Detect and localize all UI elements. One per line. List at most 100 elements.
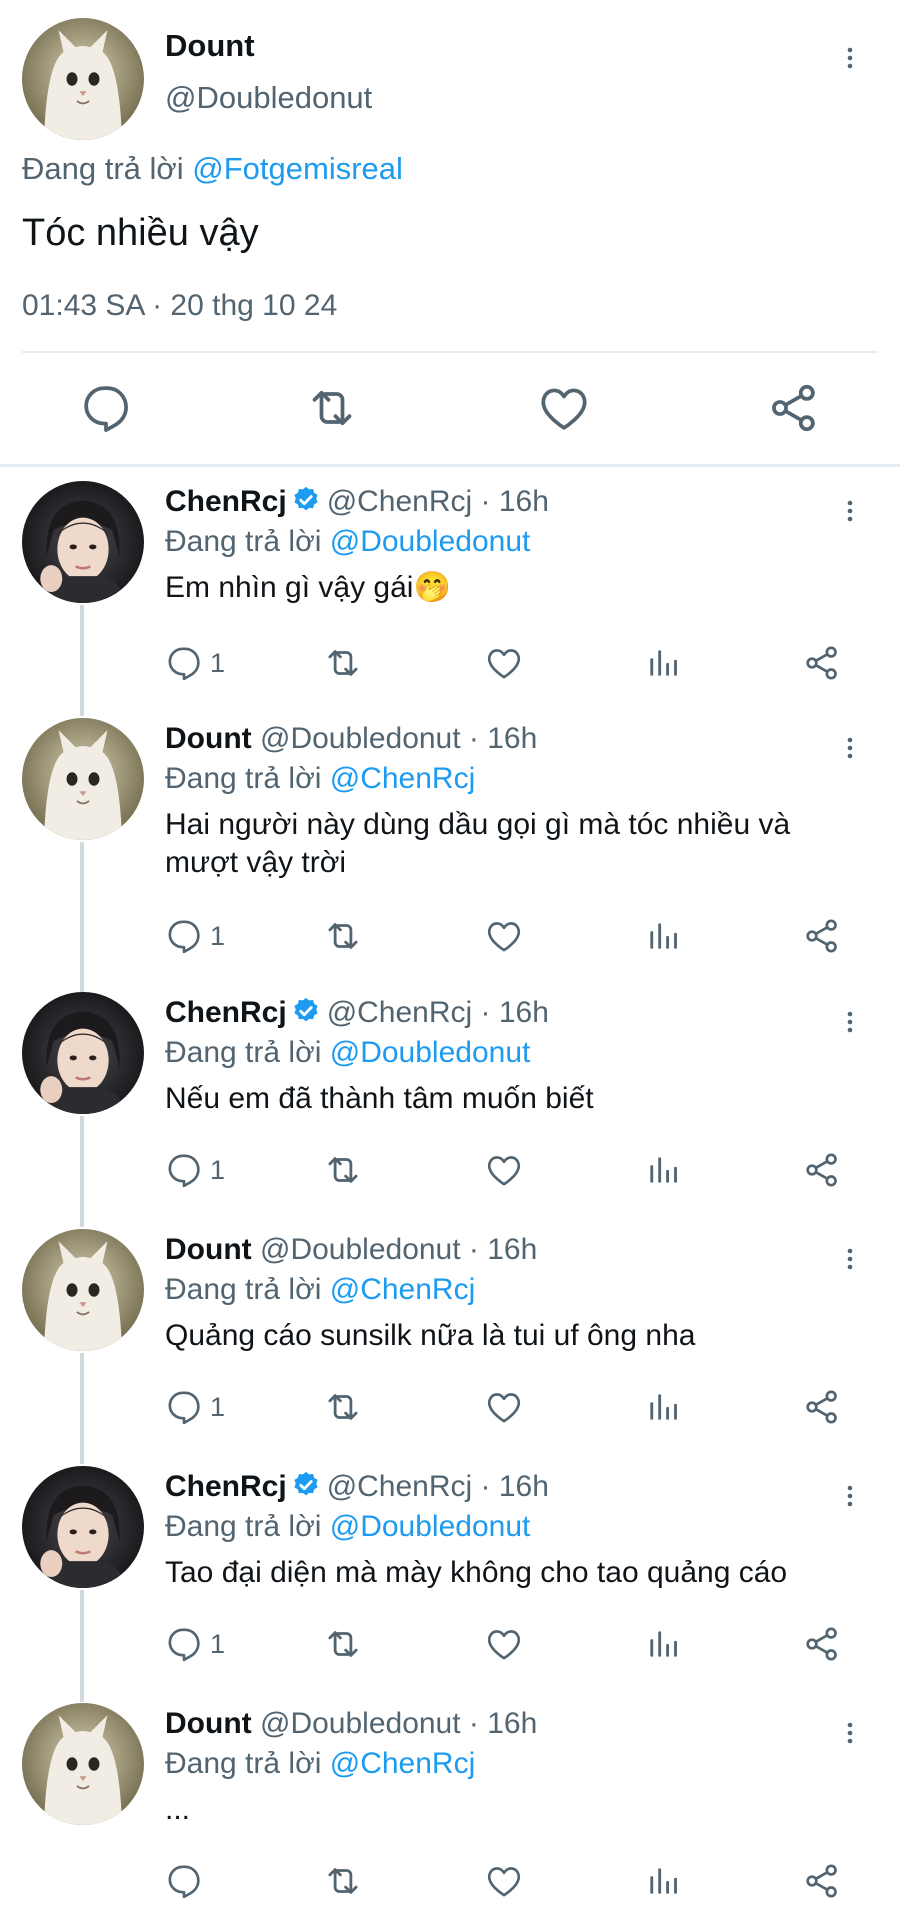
- reply-bubble-icon: [168, 1391, 200, 1425]
- reply-count: 1: [210, 647, 226, 678]
- share-icon[interactable]: [802, 641, 842, 685]
- more-vertical-icon[interactable]: [838, 491, 862, 531]
- retweet-icon[interactable]: [322, 1622, 364, 1666]
- views-bar-chart-icon[interactable]: [644, 914, 682, 958]
- heart-icon[interactable]: [484, 1859, 524, 1903]
- views-bar-chart-icon[interactable]: [644, 1148, 682, 1192]
- heart-icon[interactable]: [484, 1148, 524, 1192]
- reply-actions: 1: [0, 914, 900, 958]
- avatar[interactable]: [22, 718, 144, 840]
- handle-time[interactable]: @ChenRcj · 16h: [327, 996, 549, 1029]
- reply-button[interactable]: 1: [164, 1385, 225, 1429]
- reply-tweet[interactable]: Dount @Doubledonut · 16h Đang trả lời @C…: [0, 1703, 900, 1903]
- handle-time[interactable]: @Doubledonut · 16h: [260, 1233, 537, 1266]
- author-handle[interactable]: @Doubledonut: [165, 80, 372, 116]
- reply-header: ChenRcj @ChenRcj · 16h: [165, 483, 549, 525]
- reply-bubble-icon[interactable]: [78, 380, 134, 436]
- reply-bubble-icon: [168, 647, 200, 681]
- retweet-icon[interactable]: [322, 1859, 364, 1903]
- author-name[interactable]: ChenRcj: [165, 1470, 287, 1503]
- reply-tweet[interactable]: ChenRcj @ChenRcj · 16h Đang trả lời @Doub…: [0, 992, 900, 1192]
- share-icon[interactable]: [802, 1385, 842, 1429]
- reply-count: 1: [210, 1154, 226, 1185]
- reply-tweet[interactable]: ChenRcj @ChenRcj · 16h Đang trả lời @Doub…: [0, 1466, 900, 1666]
- replying-to-link[interactable]: @Doubledonut: [330, 525, 531, 558]
- more-vertical-icon[interactable]: [838, 38, 862, 78]
- reply-bubble-icon: [168, 1154, 200, 1188]
- author-name[interactable]: ChenRcj: [165, 485, 287, 518]
- views-bar-chart-icon[interactable]: [644, 1622, 682, 1666]
- replying-prefix: Đang trả lời: [165, 1747, 322, 1780]
- reply-button[interactable]: 1: [164, 914, 225, 958]
- views-bar-chart-icon[interactable]: [644, 1859, 682, 1903]
- heart-icon[interactable]: [536, 380, 592, 436]
- tweet-timestamp[interactable]: 01:43 SA · 20 thg 10 24: [22, 288, 337, 324]
- more-vertical-icon[interactable]: [838, 1713, 862, 1753]
- author-name[interactable]: ChenRcj: [165, 996, 287, 1029]
- handle-time[interactable]: @Doubledonut · 16h: [260, 722, 537, 755]
- replying-to-link[interactable]: @Doubledonut: [330, 1036, 531, 1069]
- share-icon[interactable]: [802, 1622, 842, 1666]
- author-name[interactable]: Dount: [165, 722, 252, 755]
- share-icon[interactable]: [802, 1148, 842, 1192]
- replying-prefix: Đang trả lời: [165, 762, 322, 795]
- share-icon[interactable]: [766, 380, 822, 436]
- reply-tweet[interactable]: Dount @Doubledonut · 16h Đang trả lời @C…: [0, 718, 900, 958]
- more-vertical-icon[interactable]: [838, 1476, 862, 1516]
- more-vertical-icon[interactable]: [838, 728, 862, 768]
- avatar[interactable]: [22, 992, 144, 1114]
- retweet-icon[interactable]: [322, 1148, 364, 1192]
- reply-count: 1: [210, 1628, 226, 1659]
- avatar[interactable]: [22, 18, 144, 140]
- author-name[interactable]: Dount: [165, 1707, 252, 1740]
- avatar[interactable]: [22, 481, 144, 603]
- reply-button[interactable]: 1: [164, 1148, 225, 1192]
- more-vertical-icon[interactable]: [838, 1239, 862, 1279]
- reply-text: ...: [165, 1793, 191, 1826]
- views-bar-chart-icon[interactable]: [644, 1385, 682, 1429]
- verified-badge-icon: [291, 996, 321, 1036]
- reply-tweet[interactable]: Dount @Doubledonut · 16h Đang trả lời @C…: [0, 1229, 900, 1429]
- reply-text: Tao đại diện mà mày không cho tao quảng …: [165, 1556, 788, 1589]
- verified-badge-icon: [291, 485, 321, 525]
- heart-icon[interactable]: [484, 641, 524, 685]
- author-name[interactable]: Dount: [165, 1233, 252, 1266]
- avatar[interactable]: [22, 1229, 144, 1351]
- more-vertical-icon[interactable]: [838, 1002, 862, 1042]
- retweet-icon[interactable]: [304, 380, 360, 436]
- share-icon[interactable]: [802, 914, 842, 958]
- reply-header: Dount @Doubledonut · 16h: [165, 1231, 537, 1269]
- retweet-icon[interactable]: [322, 1385, 364, 1429]
- avatar[interactable]: [22, 1703, 144, 1825]
- replying-to: Đang trả lời @ChenRcj: [165, 1271, 475, 1309]
- retweet-icon[interactable]: [322, 914, 364, 958]
- replying-to-link[interactable]: @ChenRcj: [330, 1747, 476, 1780]
- heart-icon[interactable]: [484, 1385, 524, 1429]
- replying-to: Đang trả lời @ChenRcj: [165, 760, 475, 798]
- reply-header: Dount @Doubledonut · 16h: [165, 1705, 537, 1743]
- reply-button[interactable]: [164, 1859, 210, 1903]
- share-icon[interactable]: [802, 1859, 842, 1903]
- reply-text: Em nhìn gì vậy gái🤭: [165, 571, 451, 604]
- reply-bubble-icon: [168, 1865, 200, 1899]
- replying-to-link[interactable]: @ChenRcj: [330, 762, 476, 795]
- replying-to-link[interactable]: @ChenRcj: [330, 1273, 476, 1306]
- reply-tweet[interactable]: ChenRcj @ChenRcj · 16h Đang trả lời @Doub…: [0, 481, 900, 681]
- author-name[interactable]: Dount: [165, 28, 255, 64]
- replying-to-link[interactable]: @Doubledonut: [330, 1510, 531, 1543]
- heart-icon[interactable]: [484, 1622, 524, 1666]
- reply-button[interactable]: 1: [164, 1622, 225, 1666]
- heart-icon[interactable]: [484, 914, 524, 958]
- handle-time[interactable]: @ChenRcj · 16h: [327, 485, 549, 518]
- reply-button[interactable]: 1: [164, 641, 225, 685]
- views-bar-chart-icon[interactable]: [644, 641, 682, 685]
- replying-prefix: Đang trả lời: [22, 151, 184, 186]
- retweet-icon[interactable]: [322, 641, 364, 685]
- avatar[interactable]: [22, 1466, 144, 1588]
- handle-time[interactable]: @ChenRcj · 16h: [327, 1470, 549, 1503]
- reply-text: Quảng cáo sunsilk nữa là tui uf ông nha: [165, 1319, 696, 1352]
- handle-time[interactable]: @Doubledonut · 16h: [260, 1707, 537, 1740]
- replying-to-link[interactable]: @Fotgemisreal: [192, 151, 403, 186]
- replying-to: Đang trả lời @Fotgemisreal: [22, 150, 403, 188]
- replying-prefix: Đang trả lời: [165, 1273, 322, 1306]
